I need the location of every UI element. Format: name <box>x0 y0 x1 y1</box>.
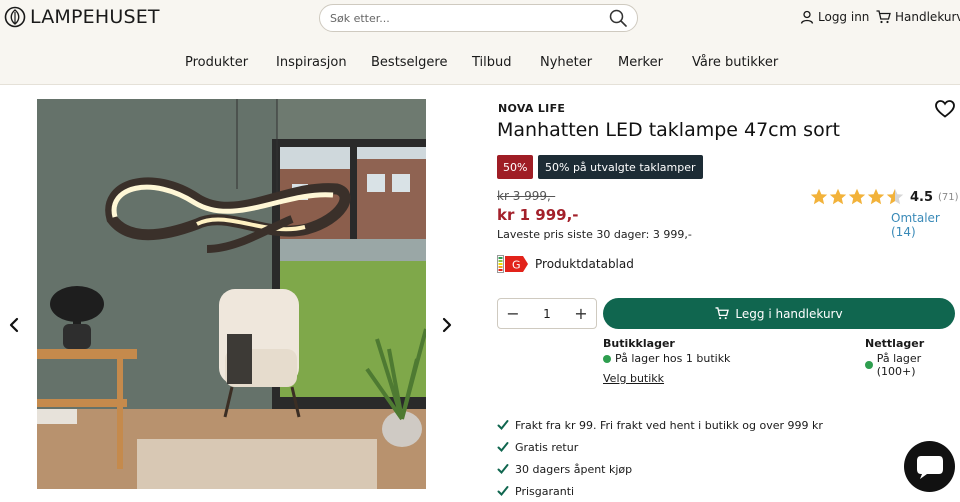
cart-label: Handlekurv <box>895 10 960 24</box>
star-rating[interactable] <box>810 188 906 206</box>
chat-button[interactable] <box>904 441 955 492</box>
in-stock-dot-icon <box>603 354 611 363</box>
chat-bubble-icon <box>916 455 943 479</box>
usp-text: 30 dagers åpent kjøp <box>515 462 633 476</box>
nav-item-tilbud[interactable]: Tilbud <box>472 55 512 70</box>
lowest-price-info: Laveste pris siste 30 dager: 3 999,- <box>497 228 692 241</box>
nav-item-bestselgere[interactable]: Bestselgere <box>371 55 447 70</box>
heart-icon[interactable] <box>935 100 955 118</box>
online-stock-status: På lager (100+) <box>865 352 960 378</box>
product-image[interactable] <box>37 99 426 489</box>
decrease-quantity-button[interactable]: − <box>506 304 520 323</box>
product-photo <box>37 99 426 489</box>
product-title: Manhatten LED taklampe 47cm sort <box>497 119 840 141</box>
sale-price: kr 1 999,- <box>497 206 579 224</box>
datasheet-label: Produktdatablad <box>535 257 634 271</box>
usp-text: Prisgaranti <box>515 484 575 498</box>
usp-item: Gratis retur <box>497 436 823 458</box>
leaf-logo-icon <box>4 6 26 28</box>
site-header: LAMPEHUSET Logg inn Handlekurv Produkter… <box>0 0 960 85</box>
checkmark-icon <box>497 420 509 430</box>
increase-quantity-button[interactable]: + <box>574 304 588 323</box>
quantity-value[interactable]: 1 <box>543 307 551 321</box>
search-icon[interactable] <box>609 9 627 27</box>
energy-class-icon: G <box>497 255 528 273</box>
checkmark-icon <box>497 442 509 452</box>
quantity-stepper[interactable]: − 1 + <box>497 298 597 329</box>
chevron-left-icon <box>9 317 19 333</box>
rating-count: (71) <box>938 192 959 203</box>
product-brand[interactable]: NOVA LIFE <box>498 102 565 115</box>
store-stock-title: Butikklager <box>603 337 675 350</box>
in-stock-dot-icon <box>865 361 873 369</box>
checkmark-icon <box>497 486 509 496</box>
logo[interactable]: LAMPEHUSET <box>4 6 160 28</box>
nav-item-vare-butikker[interactable]: Våre butikker <box>692 55 778 70</box>
stars-icon <box>810 188 904 205</box>
checkmark-icon <box>497 464 509 474</box>
rating-value: 4.5 <box>910 190 934 205</box>
search-input[interactable] <box>330 11 609 25</box>
add-to-cart-button[interactable]: Legg i handlekurv <box>603 298 955 329</box>
add-to-cart-label: Legg i handlekurv <box>735 306 843 321</box>
energy-label-link[interactable]: G Produktdatablad <box>497 255 634 273</box>
login-label: Logg inn <box>818 10 870 24</box>
old-price: kr 3 999,- <box>497 189 556 203</box>
user-icon <box>800 10 814 24</box>
usp-item: Frakt fra kr 99. Fri frakt ved hent i bu… <box>497 414 823 436</box>
prev-image-arrow[interactable] <box>6 315 22 335</box>
discount-badge: 50% <box>497 155 534 179</box>
main-nav: Produkter Inspirasjon Bestselgere Tilbud… <box>0 55 960 73</box>
cart-icon <box>715 307 730 320</box>
cart-link[interactable]: Handlekurv <box>876 10 960 24</box>
online-stock-text: På lager (100+) <box>876 352 922 378</box>
store-stock-status: På lager hos 1 butikk <box>603 352 730 365</box>
store-stock-text: På lager hos 1 butikk <box>615 352 731 365</box>
logo-text: LAMPEHUSET <box>30 6 160 28</box>
usp-list: Frakt fra kr 99. Fri frakt ved hent i bu… <box>497 414 823 502</box>
usp-item: Prisgaranti <box>497 480 823 502</box>
search-bar[interactable] <box>319 4 638 32</box>
energy-class-letter: G <box>512 259 521 272</box>
cart-icon <box>876 10 891 24</box>
reviews-link[interactable]: Omtaler (14) <box>891 211 960 239</box>
nav-item-produkter[interactable]: Produkter <box>185 55 248 70</box>
usp-text: Gratis retur <box>515 440 579 454</box>
nav-item-inspirasjon[interactable]: Inspirasjon <box>276 55 347 70</box>
usp-item: 30 dagers åpent kjøp <box>497 458 823 480</box>
campaign-badge[interactable]: 50% på utvalgte taklamper <box>538 155 703 179</box>
usp-text: Frakt fra kr 99. Fri frakt ved hent i bu… <box>515 418 823 432</box>
online-stock-title: Nettlager <box>865 337 925 350</box>
nav-item-merker[interactable]: Merker <box>618 55 663 70</box>
choose-store-link[interactable]: Velg butikk <box>603 372 664 385</box>
next-image-arrow[interactable] <box>439 315 455 335</box>
nav-item-nyheter[interactable]: Nyheter <box>540 55 592 70</box>
chevron-right-icon <box>442 317 452 333</box>
login-link[interactable]: Logg inn <box>800 10 869 24</box>
